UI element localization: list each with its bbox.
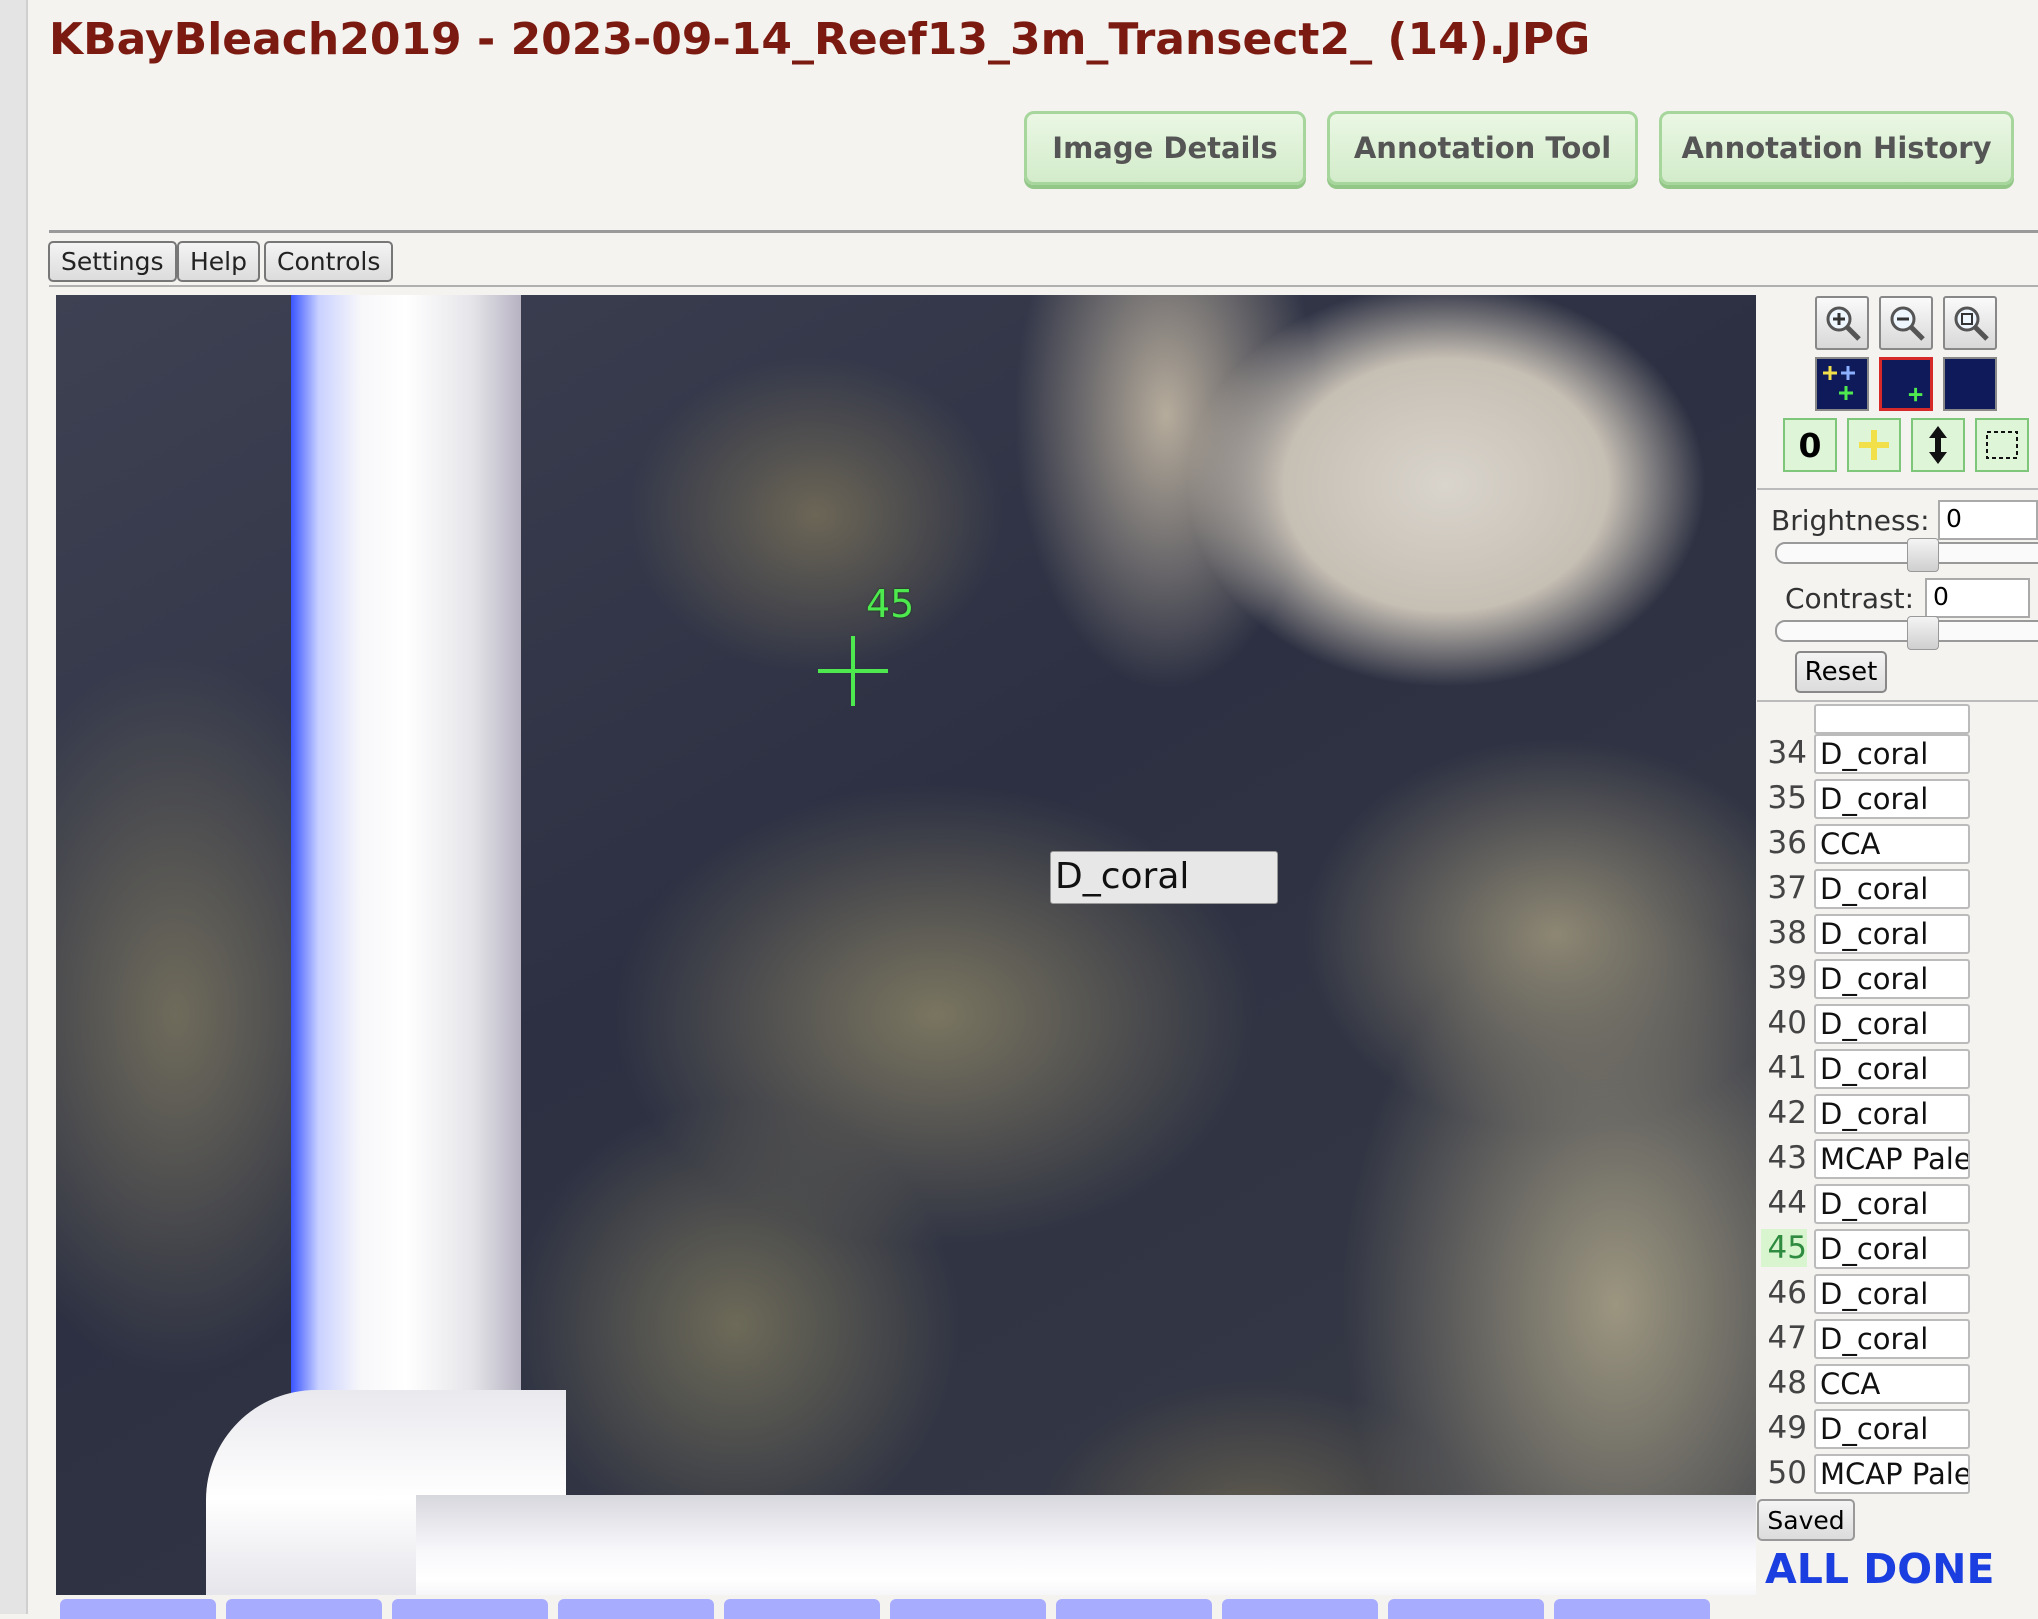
point-label-field[interactable]: MCAP Pale xyxy=(1814,1454,1970,1494)
point-label-field[interactable]: D_coral xyxy=(1814,869,1970,909)
previous-annotation-field[interactable] xyxy=(1814,704,1970,734)
point-label-field[interactable]: D_coral xyxy=(1814,1094,1970,1134)
point-number: 38 xyxy=(1767,915,1807,951)
bottom-tab[interactable] xyxy=(1222,1599,1378,1619)
point-number-toggle-icon[interactable]: 0 xyxy=(1783,418,1837,472)
help-button[interactable]: Help xyxy=(177,241,260,282)
point-label-field[interactable]: D_coral xyxy=(1814,1319,1970,1359)
show-current-point-icon[interactable] xyxy=(1879,357,1933,411)
point-number: 34 xyxy=(1767,735,1807,771)
point-label-field[interactable]: D_coral xyxy=(1814,1184,1970,1224)
point-number: 35 xyxy=(1767,780,1807,816)
point-label-field[interactable]: D_coral xyxy=(1814,734,1970,774)
point-number: 36 xyxy=(1767,825,1807,861)
reset-button[interactable]: Reset xyxy=(1795,651,1887,693)
left-border xyxy=(0,0,28,1614)
point-number-current: 45 xyxy=(1761,1229,1807,1267)
image-details-button[interactable]: Image Details xyxy=(1024,111,1306,185)
point-label-field[interactable]: D_coral xyxy=(1814,1049,1970,1089)
bottom-tab[interactable] xyxy=(890,1599,1046,1619)
brightness-slider-thumb[interactable] xyxy=(1907,538,1939,572)
point-number: 37 xyxy=(1767,870,1807,906)
point-label-field[interactable]: D_coral xyxy=(1814,1229,1970,1269)
point-number: 48 xyxy=(1767,1365,1807,1401)
point-number: 46 xyxy=(1767,1275,1807,1311)
zoom-fit-icon[interactable] xyxy=(1943,296,1997,350)
point-number: 42 xyxy=(1767,1095,1807,1131)
selection-box-icon[interactable] xyxy=(1975,418,2029,472)
pvc-pipe-vertical xyxy=(291,295,521,1575)
point-number-label: 45 xyxy=(866,582,915,626)
point-label-field[interactable]: D_coral xyxy=(1814,1409,1970,1449)
point-number: 40 xyxy=(1767,1005,1807,1041)
brightness-label: Brightness: xyxy=(1771,504,1930,537)
bottom-tab[interactable] xyxy=(1554,1599,1710,1619)
header-divider xyxy=(49,230,2038,233)
point-label-field[interactable]: D_coral xyxy=(1814,914,1970,954)
point-label-field[interactable]: D_coral xyxy=(1814,779,1970,819)
point-label-field[interactable]: D_coral xyxy=(1814,1274,1970,1314)
point-label-field[interactable]: D_coral xyxy=(1814,1004,1970,1044)
saved-button[interactable]: Saved xyxy=(1757,1499,1855,1541)
brightness-input[interactable]: 0 xyxy=(1938,500,2038,540)
point-number: 44 xyxy=(1767,1185,1807,1221)
page-title: KBayBleach2019 - 2023-09-14_Reef13_3m_Tr… xyxy=(49,14,1591,65)
annotation-image-canvas[interactable] xyxy=(56,295,1756,1595)
bottom-tab[interactable] xyxy=(724,1599,880,1619)
point-label-field[interactable]: CCA xyxy=(1814,824,1970,864)
annotation-tool-button[interactable]: Annotation Tool xyxy=(1327,111,1638,185)
crosshair-toggle-icon[interactable] xyxy=(1847,418,1901,472)
hide-points-icon[interactable] xyxy=(1943,357,1997,411)
toolbar-divider xyxy=(49,285,2038,287)
settings-button[interactable]: Settings xyxy=(48,241,177,282)
bottom-tab[interactable] xyxy=(226,1599,382,1619)
point-number: 43 xyxy=(1767,1140,1807,1176)
bottom-tab[interactable] xyxy=(392,1599,548,1619)
zoom-in-icon[interactable] xyxy=(1815,296,1869,350)
point-number: 41 xyxy=(1767,1050,1807,1086)
point-number: 47 xyxy=(1767,1320,1807,1356)
point-label-tooltip: D_coral xyxy=(1050,851,1278,904)
bottom-tab[interactable] xyxy=(1056,1599,1212,1619)
show-all-points-icon[interactable] xyxy=(1815,357,1869,411)
controls-button[interactable]: Controls xyxy=(264,241,394,282)
point-label-field[interactable]: MCAP Pale xyxy=(1814,1139,1970,1179)
point-number: 49 xyxy=(1767,1410,1807,1446)
contrast-label: Contrast: xyxy=(1785,582,1915,615)
contrast-slider-thumb[interactable] xyxy=(1907,616,1939,650)
point-label-field[interactable]: D_coral xyxy=(1814,959,1970,999)
annotation-history-button[interactable]: Annotation History xyxy=(1659,111,2014,185)
zoom-out-icon[interactable] xyxy=(1879,296,1933,350)
pvc-pipe-horizontal xyxy=(416,1495,1756,1595)
contrast-input[interactable]: 0 xyxy=(1925,578,2030,618)
point-crosshair-icon[interactable] xyxy=(818,636,888,706)
point-number: 50 xyxy=(1767,1455,1807,1491)
bottom-tab[interactable] xyxy=(60,1599,216,1619)
bottom-tab[interactable] xyxy=(1388,1599,1544,1619)
bottom-tab[interactable] xyxy=(558,1599,714,1619)
point-label-field[interactable]: CCA xyxy=(1814,1364,1970,1404)
point-number: 39 xyxy=(1767,960,1807,996)
all-done-status: ALL DONE xyxy=(1765,1545,1995,1593)
vertical-move-icon[interactable] xyxy=(1911,418,1965,472)
